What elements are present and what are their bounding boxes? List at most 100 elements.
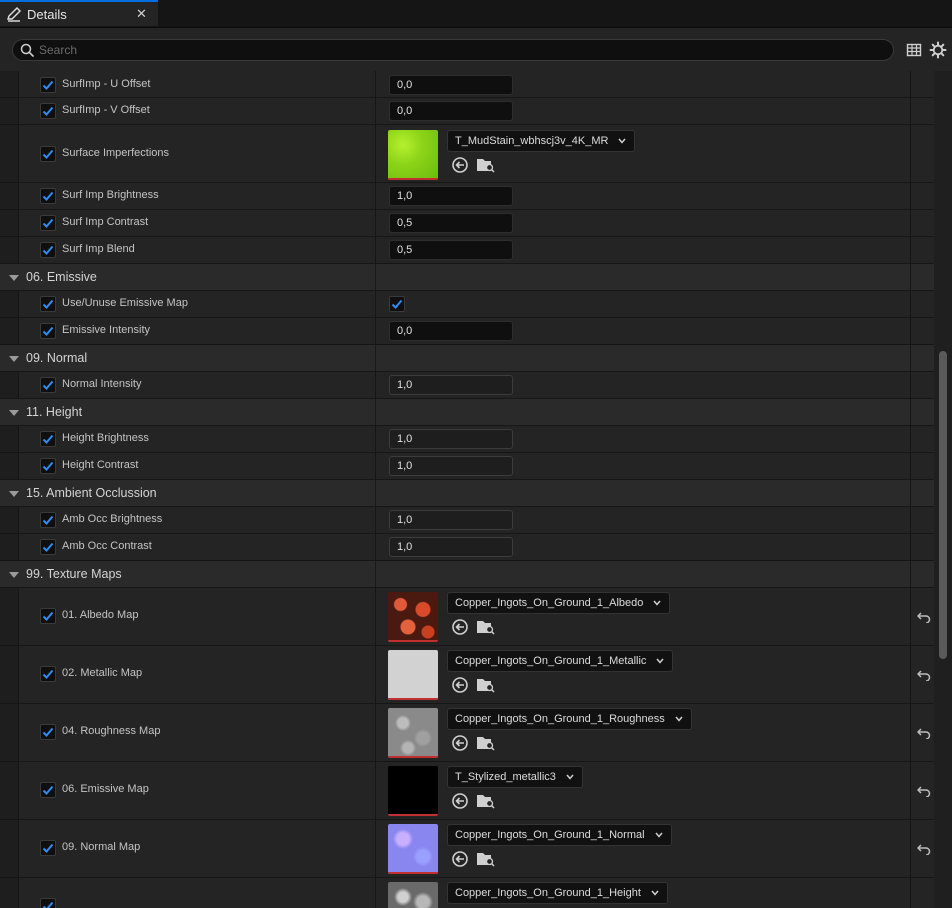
browse-folder-icon[interactable] (476, 792, 496, 810)
browse-folder-icon[interactable] (476, 676, 496, 694)
gear-icon[interactable] (929, 41, 947, 59)
property-label: SurfImp - V Offset (62, 104, 150, 116)
override-checkbox[interactable] (40, 296, 56, 312)
override-checkbox[interactable] (40, 840, 56, 856)
slider-field[interactable]: 1,0 (389, 510, 513, 530)
chevron-down-icon[interactable] (9, 491, 19, 497)
category-height[interactable]: 11. Height (0, 399, 934, 426)
table-view-icon[interactable] (906, 42, 922, 58)
browse-folder-icon[interactable] (476, 618, 496, 636)
browse-folder-icon[interactable] (476, 850, 496, 868)
texture-thumbnail[interactable] (388, 592, 438, 642)
texture-thumbnail[interactable] (388, 708, 438, 758)
chevron-down-icon[interactable] (9, 275, 19, 281)
number-field[interactable]: 0,0 (389, 321, 513, 341)
override-checkbox[interactable] (40, 539, 56, 555)
override-checkbox[interactable] (40, 188, 56, 204)
chevron-down-icon[interactable] (9, 356, 19, 362)
use-selected-asset-icon[interactable] (451, 792, 469, 810)
pencil-edit-icon (7, 7, 21, 22)
category-texture-maps[interactable]: 99. Texture Maps (0, 561, 934, 588)
chevron-down-icon[interactable] (9, 410, 19, 416)
use-selected-asset-icon[interactable] (451, 618, 469, 636)
property-label: Surf Imp Blend (62, 243, 135, 255)
override-checkbox[interactable] (40, 215, 56, 231)
property-label: Amb Occ Brightness (62, 513, 163, 525)
slider-field[interactable]: 1,0 (389, 429, 513, 449)
override-checkbox[interactable] (40, 666, 56, 682)
property-label: 04. Roughness Map (62, 725, 161, 737)
override-checkbox[interactable] (40, 724, 56, 740)
override-checkbox[interactable] (40, 608, 56, 624)
property-row: Amb Occ Brightness 1,0 (0, 507, 934, 534)
texture-thumbnail[interactable] (388, 882, 438, 908)
chevron-down-icon (654, 832, 663, 838)
chevron-down-icon[interactable] (9, 572, 19, 578)
use-selected-asset-icon[interactable] (451, 156, 469, 174)
number-field[interactable]: 1,0 (389, 186, 513, 206)
slider-field[interactable]: 1,0 (389, 456, 513, 476)
use-selected-asset-icon[interactable] (451, 850, 469, 868)
asset-dropdown[interactable]: Copper_Ingots_On_Ground_1_Height (447, 882, 668, 904)
asset-dropdown[interactable]: Copper_Ingots_On_Ground_1_Metallic (447, 650, 674, 672)
close-icon[interactable]: ✕ (136, 6, 147, 22)
use-selected-asset-icon[interactable] (451, 734, 469, 752)
override-checkbox[interactable] (40, 782, 56, 798)
override-checkbox[interactable] (40, 431, 56, 447)
asset-dropdown[interactable]: Copper_Ingots_On_Ground_1_Albedo (447, 592, 671, 614)
override-checkbox[interactable] (40, 898, 56, 908)
property-row: Surface Imperfections T_MudStain_wbhscj3… (0, 125, 934, 183)
override-checkbox[interactable] (40, 377, 56, 393)
property-list: SurfImp - U Offset 0,0 SurfImp - V Offse… (0, 71, 934, 908)
use-selected-asset-icon[interactable] (451, 676, 469, 694)
reset-to-default-icon[interactable] (917, 727, 931, 739)
property-label: Amb Occ Contrast (62, 540, 152, 552)
override-checkbox[interactable] (40, 103, 56, 119)
browse-folder-icon[interactable] (476, 734, 496, 752)
override-checkbox[interactable] (40, 242, 56, 258)
category-label: 11. Height (26, 405, 83, 419)
slider-field[interactable]: 1,0 (389, 375, 513, 395)
override-checkbox[interactable] (40, 458, 56, 474)
asset-dropdown[interactable]: Copper_Ingots_On_Ground_1_Normal (447, 824, 672, 846)
override-checkbox[interactable] (40, 146, 56, 162)
browse-folder-icon[interactable] (476, 156, 496, 174)
texture-thumbnail[interactable] (388, 130, 438, 180)
property-row: Copper_Ingots_On_Ground_1_Height (0, 878, 934, 908)
asset-dropdown[interactable]: T_Stylized_metallic3 (447, 766, 583, 788)
override-checkbox[interactable] (40, 77, 56, 93)
property-label: 01. Albedo Map (62, 609, 139, 621)
asset-dropdown[interactable]: Copper_Ingots_On_Ground_1_Roughness (447, 708, 692, 730)
number-field[interactable]: 0,0 (389, 75, 513, 95)
texture-thumbnail[interactable] (388, 766, 438, 816)
reset-to-default-icon[interactable] (917, 669, 931, 681)
override-checkbox[interactable] (40, 323, 56, 339)
override-checkbox[interactable] (40, 512, 56, 528)
category-label: 06. Emissive (26, 270, 97, 284)
category-normal[interactable]: 09. Normal (0, 345, 934, 372)
tab-details[interactable]: Details ✕ (0, 0, 158, 26)
scrollbar-thumb[interactable] (939, 351, 947, 659)
search-input[interactable] (39, 41, 879, 59)
number-field[interactable]: 0,0 (389, 101, 513, 121)
asset-dropdown[interactable]: T_MudStain_wbhscj3v_4K_MR (447, 130, 636, 152)
chevron-down-icon (656, 658, 664, 664)
category-emissive[interactable]: 06. Emissive (0, 264, 934, 291)
property-label: Emissive Intensity (62, 324, 151, 336)
value-checkbox[interactable] (389, 296, 405, 312)
details-panel: SurfImp - U Offset 0,0 SurfImp - V Offse… (0, 71, 952, 908)
property-label: Surface Imperfections (62, 147, 169, 159)
number-field[interactable]: 0,5 (389, 240, 513, 260)
property-row: 06. Emissive Map T_Stylized_metallic3 (0, 762, 934, 820)
reset-to-default-icon[interactable] (917, 611, 931, 623)
chevron-down-icon (653, 600, 661, 606)
texture-thumbnail[interactable] (388, 650, 438, 700)
number-field[interactable]: 0,5 (389, 213, 513, 233)
reset-to-default-icon[interactable] (917, 785, 931, 797)
slider-field[interactable]: 1,0 (389, 537, 513, 557)
reset-to-default-icon[interactable] (917, 843, 931, 855)
scrollbar[interactable] (934, 71, 952, 908)
texture-thumbnail[interactable] (388, 824, 438, 874)
category-ambient-occlusion[interactable]: 15. Ambient Occlussion (0, 480, 934, 507)
search-box[interactable] (12, 39, 894, 61)
